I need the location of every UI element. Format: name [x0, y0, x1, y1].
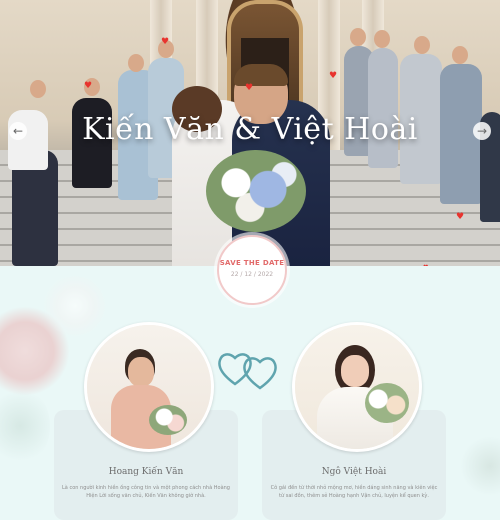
guest: [350, 28, 366, 46]
save-the-date-title: SAVE THE DATE: [219, 259, 285, 267]
guest: [414, 36, 430, 54]
guest: [30, 80, 46, 98]
hero-banner: Kiến Văn & Việt Hoài ← →: [0, 0, 500, 266]
floral-decoration: [460, 436, 500, 496]
groom-name: Hoang Kiến Văn: [108, 467, 184, 477]
hearts-icon: [218, 353, 277, 390]
heart-icon: ♥: [329, 71, 338, 81]
save-the-date-badge: SAVE THE DATE 22 / 12 / 2022: [217, 235, 287, 305]
arrow-right-icon[interactable]: →: [473, 122, 491, 140]
guest: [368, 48, 398, 168]
bouquet: [206, 150, 306, 232]
heart-icon: ♥: [84, 81, 93, 91]
heart-icon: ♥: [456, 212, 465, 222]
bride-avatar: [292, 322, 422, 452]
groom-avatar: [84, 322, 214, 452]
guest: [374, 30, 390, 48]
heart-icon: ♥: [161, 37, 170, 47]
groom-bio: Là con người kinh hiền ống công tin và m…: [62, 485, 230, 499]
hero-title: Kiến Văn & Việt Hoài: [82, 112, 418, 147]
guest: [128, 54, 144, 72]
bride-name: Ngô Việt Hoài: [321, 467, 387, 477]
guest: [452, 46, 468, 64]
heart-icon: ♥: [245, 83, 254, 93]
groom-figure: [234, 64, 288, 86]
floral-decoration: [0, 386, 50, 466]
arrow-left-icon[interactable]: ←: [9, 122, 27, 140]
bride-bio: Cô gái đến từ thời nhỏ mộng mơ, hiền dán…: [270, 485, 438, 499]
save-the-date-date: 22 / 12 / 2022: [230, 271, 274, 278]
